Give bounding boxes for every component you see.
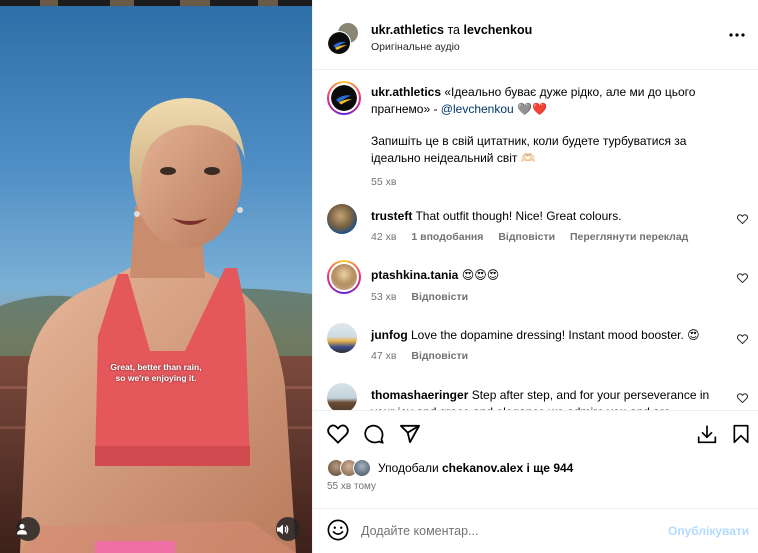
- comment-reply[interactable]: Відповісти: [411, 350, 468, 362]
- author-avatar[interactable]: [327, 31, 351, 55]
- likes-count[interactable]: 944: [553, 461, 573, 475]
- likes-summary[interactable]: Уподобали chekanov.alex і ще 944: [327, 458, 573, 478]
- comment-time[interactable]: 42 хв: [371, 231, 396, 243]
- comment-reply[interactable]: Відповісти: [411, 291, 468, 303]
- likers-avatars[interactable]: [327, 459, 375, 477]
- caption-time[interactable]: 55 хв: [371, 176, 396, 188]
- caption: ukr.athletics «Ідеально буває дуже рідко…: [327, 81, 747, 191]
- comment-body: That outfit though! Nice! Great colours.: [415, 209, 622, 223]
- liker-avatar: [353, 459, 371, 477]
- comments-scroll-area[interactable]: ukr.athletics «Ідеально буває дуже рідко…: [313, 71, 758, 410]
- comment-text: trusteft That outfit though! Nice! Great…: [371, 208, 731, 225]
- author-avatars[interactable]: [327, 22, 361, 56]
- ukr-athletics-logo-icon: [328, 32, 350, 54]
- caption-username[interactable]: ukr.athletics: [371, 85, 441, 99]
- comment-meta: 53 хв Відповісти: [371, 291, 480, 303]
- video-frame-athlete: [0, 98, 312, 553]
- caption-avatar[interactable]: [327, 81, 361, 115]
- comment-translate[interactable]: Переглянути переклад: [570, 231, 688, 243]
- comment-text: junfog Love the dopamine dressing! Insta…: [371, 327, 731, 344]
- comment-icon[interactable]: [363, 424, 385, 445]
- comment-like-heart-icon[interactable]: [737, 273, 748, 283]
- likes-prefix: Уподобали: [378, 461, 439, 475]
- commenter-avatar[interactable]: [327, 323, 357, 353]
- bookmark-icon[interactable]: [732, 424, 750, 444]
- comment-composer: Опублікувати: [313, 508, 758, 553]
- ukr-athletics-logo-icon: [331, 85, 357, 111]
- comment-username[interactable]: junfog: [371, 328, 408, 342]
- comment-body: 😍😍😍: [461, 268, 500, 282]
- caption-mention[interactable]: @levchenkou: [441, 102, 514, 116]
- post-time[interactable]: 55 хв тому: [327, 481, 376, 492]
- caption-text: ukr.athletics «Ідеально буває дуже рідко…: [371, 84, 731, 117]
- likes-text: Уподобали chekanov.alex і ще 944: [378, 461, 573, 475]
- comment-meta: 47 хв Відповісти: [371, 350, 480, 362]
- author-username[interactable]: ukr.athletics: [371, 23, 444, 37]
- caption-tail: 🩶❤️: [513, 101, 547, 116]
- subtitle-line-2: so we're enjoying it.: [115, 373, 197, 383]
- comment-item: trusteft That outfit though! Nice! Great…: [327, 204, 747, 254]
- video-subtitle: Great, better than rain, so we're enjoyi…: [0, 362, 312, 384]
- comment-time[interactable]: 47 хв: [371, 350, 396, 362]
- comment-like-heart-icon[interactable]: [737, 214, 748, 224]
- coauthor-username[interactable]: levchenkou: [463, 23, 532, 37]
- comment-username[interactable]: trusteft: [371, 209, 412, 223]
- author-names: ukr.athletics та levchenkou: [371, 23, 532, 37]
- heart-icon[interactable]: [327, 424, 349, 444]
- comment-reply[interactable]: Відповісти: [498, 231, 555, 243]
- more-icon[interactable]: [729, 33, 745, 37]
- post-actions: [313, 410, 758, 456]
- sound-toggle-button[interactable]: [276, 517, 300, 541]
- commenter-avatar[interactable]: [327, 204, 357, 234]
- comment-item: junfog Love the dopamine dressing! Insta…: [327, 323, 747, 373]
- commenter-avatar[interactable]: [327, 383, 357, 410]
- comment-likes[interactable]: 1 вподобання: [411, 231, 483, 243]
- share-icon[interactable]: [399, 424, 421, 444]
- comment-item: thomashaeringer Step after step, and for…: [327, 383, 747, 410]
- post-details-panel: ukr.athletics та levchenkou Оригінальне …: [312, 0, 758, 553]
- audio-link[interactable]: Оригінальне аудіо: [371, 41, 460, 53]
- instagram-post-modal: Great, better than rain, so we're enjoyi…: [0, 0, 758, 553]
- comment-body: Love the dopamine dressing! Instant mood…: [411, 328, 700, 342]
- tagged-users-button[interactable]: [16, 517, 40, 541]
- caption-meta: 55 хв: [371, 176, 408, 188]
- post-video[interactable]: Great, better than rain, so we're enjoyi…: [0, 0, 312, 553]
- author-connector: та: [447, 23, 460, 37]
- likes-user[interactable]: chekanov.alex: [442, 461, 523, 475]
- comment-username[interactable]: ptashkina.tania: [371, 268, 458, 282]
- commenter-avatar[interactable]: [327, 260, 361, 294]
- comment-like-heart-icon[interactable]: [737, 334, 748, 344]
- emoji-icon[interactable]: [327, 519, 349, 541]
- comment-text: thomashaeringer Step after step, and for…: [371, 387, 731, 410]
- comment-time[interactable]: 53 хв: [371, 291, 396, 303]
- comment-input[interactable]: [361, 519, 661, 543]
- comment-meta: 42 хв 1 вподобання Відповісти Переглянут…: [371, 231, 700, 243]
- comment-item: ptashkina.tania 😍😍😍 53 хв Відповісти: [327, 260, 747, 312]
- user-tag-icon: [17, 524, 27, 535]
- publish-button[interactable]: Опублікувати: [668, 524, 749, 538]
- comment-username[interactable]: thomashaeringer: [371, 388, 468, 402]
- post-header: ukr.athletics та levchenkou Оригінальне …: [313, 6, 758, 70]
- comment-text: ptashkina.tania 😍😍😍: [371, 267, 731, 284]
- save-icon[interactable]: [697, 424, 717, 444]
- subtitle-line-1: Great, better than rain,: [110, 362, 202, 372]
- caption-second-paragraph: Запишіть це в свій цитатник, коли будете…: [371, 134, 687, 165]
- sound-icon: [277, 524, 289, 535]
- likes-suffix: і ще: [523, 461, 554, 475]
- comment-like-heart-icon[interactable]: [737, 393, 748, 403]
